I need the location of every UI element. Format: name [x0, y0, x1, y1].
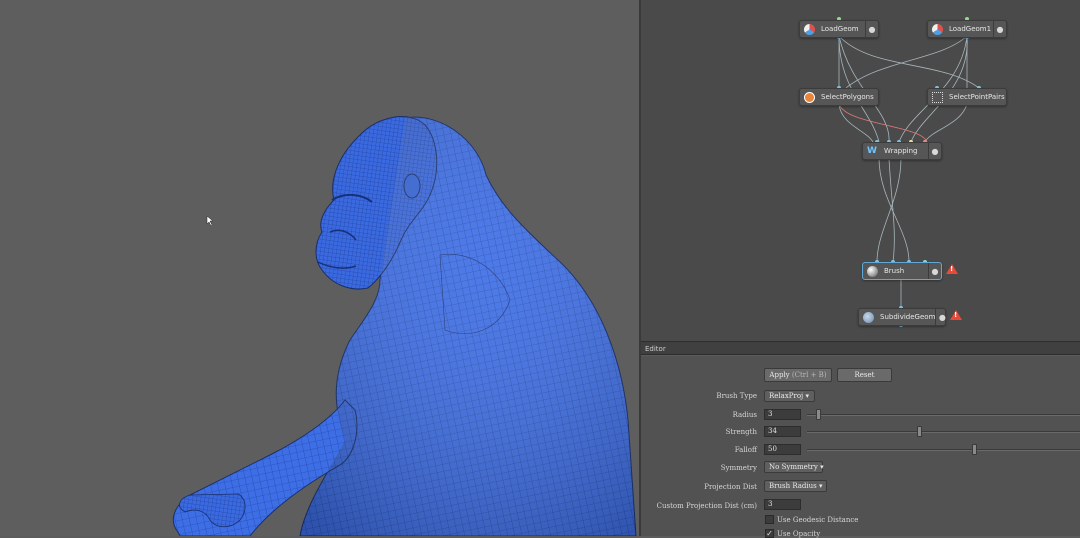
strength-slider-track[interactable] — [807, 431, 1080, 433]
3d-viewport[interactable] — [0, 0, 639, 536]
select-point-pairs-icon — [932, 91, 943, 103]
node-label: Wrapping — [884, 147, 918, 155]
warning-icon[interactable]: ! — [950, 310, 962, 320]
projection-dist-dropdown[interactable]: Brush Radius ▾ — [764, 480, 827, 492]
node-subdividegeom[interactable]: SubdivideGeom ● — [858, 308, 946, 326]
node-selectpointpairs[interactable]: SelectPointPairs — [927, 88, 1007, 106]
editor-panel-title: Editor — [641, 341, 1080, 355]
falloff-label: Falloff — [734, 446, 757, 454]
reset-button[interactable]: Reset — [837, 368, 892, 382]
symmetry-dropdown[interactable]: No Symmetry ▾ — [764, 461, 824, 473]
load-geom-icon — [932, 23, 943, 35]
falloff-slider-track[interactable] — [807, 449, 1080, 451]
wrapping-icon: W — [867, 145, 877, 156]
node-label: SelectPointPairs — [949, 93, 1005, 101]
lightbulb-icon[interactable]: ● — [928, 263, 941, 279]
radius-input[interactable]: 3 — [764, 409, 801, 420]
apply-button[interactable]: Apply (Ctrl + B) — [764, 368, 832, 382]
node-label: SubdivideGeom — [880, 313, 936, 321]
lightbulb-icon[interactable]: ● — [993, 21, 1006, 37]
graph-connections — [837, 17, 981, 327]
lightbulb-icon[interactable]: ● — [935, 309, 948, 325]
strength-input[interactable]: 34 — [764, 426, 801, 437]
lightbulb-icon[interactable]: ● — [865, 21, 878, 37]
load-geom-icon — [804, 23, 815, 35]
select-polygons-icon — [804, 91, 815, 103]
node-label: SelectPolygons — [821, 93, 874, 101]
chevron-down-icon: ▾ — [818, 482, 823, 490]
node-loadgeom[interactable]: LoadGeom ● — [799, 20, 879, 38]
mouse-cursor-icon — [206, 215, 214, 227]
warning-icon[interactable]: ! — [946, 264, 958, 274]
use-geodesic-checkbox[interactable] — [765, 515, 774, 524]
custom-projection-dist-input[interactable]: 3 — [764, 499, 801, 510]
strength-slider-handle[interactable] — [916, 426, 922, 437]
use-opacity-label: Use Opacity — [777, 530, 821, 538]
falloff-slider-handle[interactable] — [971, 444, 977, 455]
symmetry-label: Symmetry — [720, 464, 757, 472]
subdivide-icon — [863, 311, 874, 323]
brush-type-label: Brush Type — [716, 392, 757, 400]
node-label: Brush — [884, 267, 905, 275]
node-selectpolygons[interactable]: SelectPolygons — [799, 88, 879, 106]
gorilla-mesh — [172, 116, 637, 536]
node-loadgeom1[interactable]: LoadGeom1 ● — [927, 20, 1007, 38]
falloff-input[interactable]: 50 — [764, 444, 801, 455]
brush-type-dropdown[interactable]: RelaxProj ▾ — [764, 390, 815, 402]
radius-slider-track[interactable] — [807, 414, 1080, 416]
custom-projection-dist-label: Custom Projection Dist (cm) — [656, 502, 757, 510]
node-label: LoadGeom1 — [949, 25, 992, 33]
strength-label: Strength — [725, 428, 757, 436]
checkmark-icon: ✓ — [766, 529, 773, 538]
use-opacity-checkbox[interactable]: ✓ — [765, 529, 774, 538]
use-geodesic-label: Use Geodesic Distance — [777, 516, 859, 524]
lightbulb-icon[interactable]: ● — [928, 143, 941, 159]
editor-panel: Apply (Ctrl + B) Reset Brush Type RelaxP… — [641, 356, 1080, 538]
chevron-down-icon: ▾ — [820, 463, 824, 471]
projection-dist-label: Projection Dist — [704, 483, 757, 491]
radius-slider-handle[interactable] — [815, 409, 821, 420]
radius-label: Radius — [732, 411, 757, 419]
brush-icon — [867, 265, 878, 277]
chevron-down-icon: ▾ — [805, 392, 809, 400]
node-brush[interactable]: Brush ● — [862, 262, 942, 280]
node-label: LoadGeom — [821, 25, 859, 33]
node-graph[interactable]: LoadGeom ● LoadGeom1 ● SelectPolygons Se… — [641, 0, 1080, 341]
node-wrapping[interactable]: W Wrapping ● — [862, 142, 942, 160]
